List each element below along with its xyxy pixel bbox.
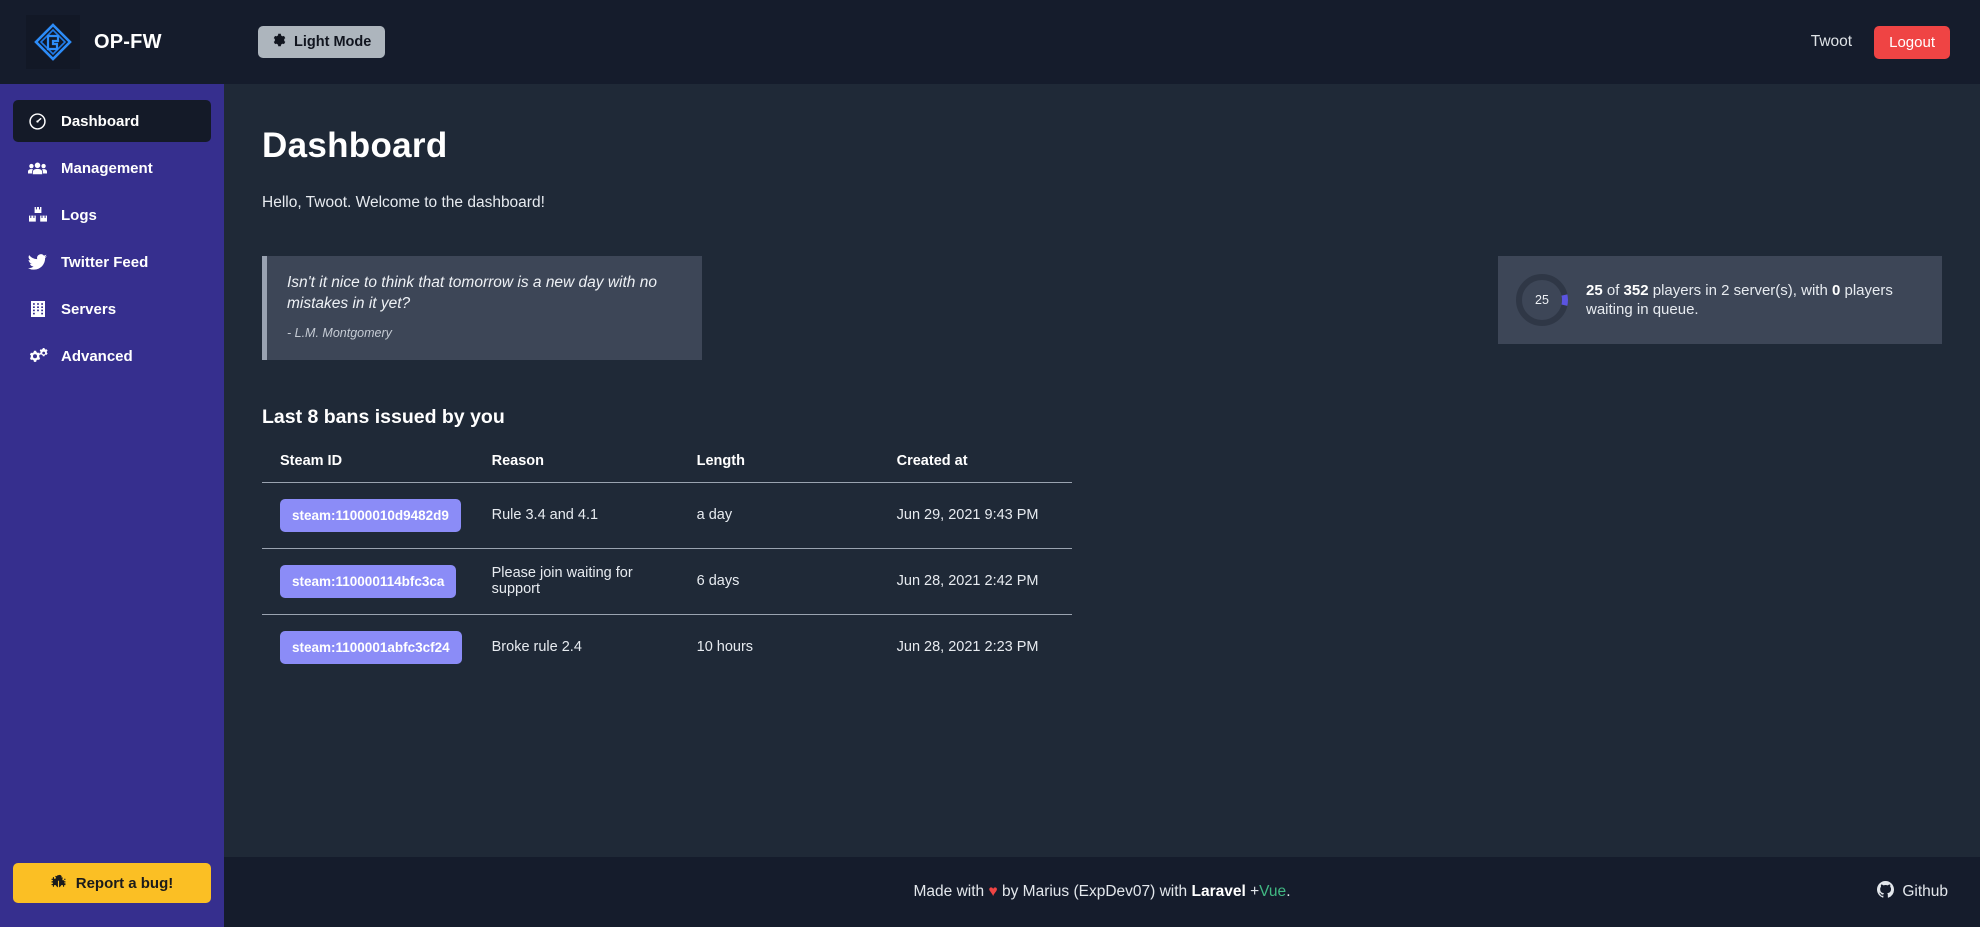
column-header-created-at: Created at: [878, 452, 1072, 483]
column-header-steam-id: Steam ID: [262, 452, 474, 483]
column-header-length: Length: [678, 452, 879, 483]
table-row: steam:11000010d9482d9 Rule 3.4 and 4.1 a…: [262, 482, 1072, 549]
footer-credits: Made with ♥ by Marius (ExpDev07) with La…: [224, 883, 1980, 901]
stats-of-word: of: [1606, 281, 1620, 299]
report-bug-label: Report a bug!: [75, 874, 174, 892]
boxes-icon: [27, 207, 48, 223]
cell-created-at: Jun 29, 2021 9:43 PM: [878, 482, 1072, 549]
cell-steam-id: steam:11000010d9482d9: [262, 482, 474, 549]
bans-table: Steam ID Reason Length Created at steam:…: [262, 452, 1072, 680]
sidebar-item-label: Twitter Feed: [61, 253, 149, 271]
footer: Made with ♥ by Marius (ExpDev07) with La…: [224, 857, 1980, 927]
logout-button[interactable]: Logout: [1874, 25, 1950, 59]
table-header-row: Steam ID Reason Length Created at: [262, 452, 1072, 483]
players-online: 25: [1586, 281, 1603, 299]
steam-id-badge[interactable]: steam:11000010d9482d9: [280, 498, 461, 532]
page-title: Dashboard: [262, 126, 448, 165]
bans-table-head: Steam ID Reason Length Created at: [262, 452, 1072, 483]
report-bug-button[interactable]: Report a bug!: [13, 863, 211, 903]
app-root: OP-FW Light Mode Twoot Logout Dashboard …: [0, 0, 1980, 927]
bans-section-title: Last 8 bans issued by you: [262, 405, 505, 428]
cell-created-at: Jun 28, 2021 2:23 PM: [896, 639, 1039, 656]
footer-plus: +: [1250, 883, 1260, 900]
main-inner: Dashboard Hello, Twoot. Welcome to the d…: [224, 126, 1980, 680]
quote-text: Isn't it nice to think that tomorrow is …: [287, 274, 657, 312]
sidebar-item-label: Dashboard: [61, 112, 140, 130]
steam-id-badge[interactable]: steam:110000114bfc3ca: [280, 564, 457, 598]
stats-mid-text: players in 2 server(s), with: [1652, 281, 1828, 299]
sidebar: Dashboard Management Logs Twitter Feed S…: [0, 84, 224, 927]
footer-made-with: Made with: [913, 883, 985, 900]
cell-created-at: Jun 28, 2021 2:42 PM: [878, 548, 1072, 615]
light-mode-toggle[interactable]: Light Mode: [258, 26, 386, 58]
player-slots: 352: [1623, 281, 1649, 299]
bans-table-body: steam:11000010d9482d9 Rule 3.4 and 4.1 a…: [262, 482, 1072, 680]
cell-reason: Broke rule 2.4: [491, 639, 582, 656]
player-count-donut: 25: [1514, 272, 1570, 328]
current-user-name: Twoot: [1810, 33, 1853, 50]
footer-laravel-link[interactable]: Laravel: [1192, 883, 1246, 900]
light-mode-label: Light Mode: [294, 34, 372, 50]
cell-length: a day: [678, 482, 879, 549]
table-row: steam:110000114bfc3ca Please join waitin…: [262, 548, 1072, 615]
main-wrap: Dashboard Hello, Twoot. Welcome to the d…: [224, 84, 1980, 927]
cell-length: 10 hours: [696, 639, 754, 656]
heart-icon: ♥: [988, 883, 998, 900]
cell-length: 6 days: [678, 548, 879, 615]
cell-reason: Rule 3.4 and 4.1: [473, 482, 679, 549]
github-icon: [1877, 881, 1895, 903]
users-icon: [27, 160, 48, 177]
sidebar-item-advanced[interactable]: Advanced: [13, 335, 211, 377]
quote-card: Isn't it nice to think that tomorrow is …: [262, 256, 702, 360]
sidebar-item-logs[interactable]: Logs: [13, 194, 211, 236]
column-header-reason: Reason: [473, 452, 679, 483]
table-row: steam:1100001abfc3cf24 Broke rule 2.4 10…: [262, 614, 1072, 680]
quote-author: - L.M. Montgomery: [287, 325, 392, 340]
github-link[interactable]: Github: [1877, 881, 1948, 903]
twitter-icon: [27, 254, 48, 270]
sidebar-item-label: Advanced: [61, 347, 133, 365]
footer-period: .: [1286, 883, 1291, 900]
cards-gap: [702, 256, 1498, 360]
gear-icon: [272, 33, 286, 51]
brand-name: OP-FW: [94, 30, 162, 53]
sidebar-item-label: Management: [61, 159, 153, 177]
top-bar: OP-FW Light Mode Twoot Logout: [0, 0, 1980, 84]
gauge-icon: [27, 112, 48, 130]
sidebar-nav: Dashboard Management Logs Twitter Feed S…: [0, 100, 224, 377]
player-stats-card: 25 25 of 352 players in 2 server(s), wit…: [1498, 256, 1942, 344]
sidebar-item-servers[interactable]: Servers: [13, 288, 211, 330]
sidebar-item-dashboard[interactable]: Dashboard: [13, 100, 211, 142]
player-stats-text: 25 of 352 players in 2 server(s), with 0…: [1586, 281, 1926, 320]
sidebar-bottom: Report a bug!: [0, 863, 224, 927]
donut-value: 25: [1535, 293, 1549, 307]
brand[interactable]: OP-FW: [0, 0, 224, 84]
double-gear-icon: [27, 347, 48, 365]
sidebar-item-management[interactable]: Management: [13, 147, 211, 189]
welcome-message: Hello, Twoot. Welcome to the dashboard!: [262, 194, 545, 211]
bug-icon: [51, 874, 66, 893]
cards-row: Isn't it nice to think that tomorrow is …: [262, 256, 1942, 360]
cell-reason: Please join waiting for support: [473, 548, 679, 615]
main-content: Dashboard Hello, Twoot. Welcome to the d…: [224, 84, 1980, 857]
sidebar-item-label: Servers: [61, 300, 117, 318]
sidebar-item-twitter-feed[interactable]: Twitter Feed: [13, 241, 211, 283]
server-grid-icon: [27, 301, 48, 317]
cell-steam-id: steam:1100001abfc3cf24: [262, 614, 474, 680]
queue-count: 0: [1831, 281, 1841, 299]
cell-steam-id: steam:110000114bfc3ca: [262, 548, 474, 615]
opfw-diamond-logo-icon: [26, 15, 80, 69]
footer-by-text: by Marius (ExpDev07) with: [1001, 883, 1188, 900]
body-row: Dashboard Management Logs Twitter Feed S…: [0, 84, 1980, 927]
sidebar-item-label: Logs: [61, 206, 97, 224]
footer-vue-link[interactable]: Vue: [1259, 883, 1286, 900]
github-label: Github: [1902, 883, 1948, 900]
steam-id-badge[interactable]: steam:1100001abfc3cf24: [280, 630, 462, 664]
